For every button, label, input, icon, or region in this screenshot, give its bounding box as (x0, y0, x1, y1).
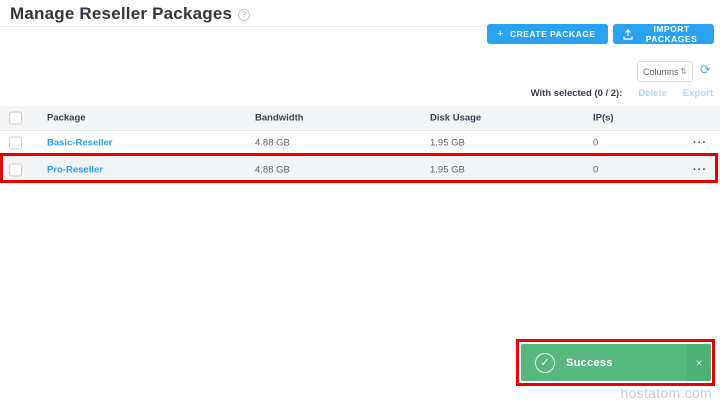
upload-icon (623, 29, 633, 40)
create-package-label: CREATE PACKAGE (510, 29, 596, 39)
manage-reseller-packages-page: Manage Reseller Packages ? + CREATE PACK… (0, 0, 720, 404)
package-link[interactable]: Pro-Reseller (47, 164, 103, 175)
with-selected-label: With selected (0 / 2): (531, 88, 623, 99)
create-package-button[interactable]: + CREATE PACKAGE (487, 24, 608, 44)
disk-usage-value: 1.95 GB (430, 138, 465, 149)
page-title-text: Manage Reseller Packages (10, 4, 232, 24)
columns-dropdown[interactable]: Columns ⇅ (637, 61, 693, 82)
column-header-ips[interactable]: IP(s) (593, 113, 614, 124)
ips-value: 0 (593, 138, 598, 149)
column-header-bandwidth[interactable]: Bandwidth (255, 113, 304, 124)
import-packages-button[interactable]: IMPORT PACKAGES (613, 24, 714, 44)
columns-dropdown-label: Columns (643, 67, 679, 77)
ips-value: 0 (593, 164, 598, 175)
help-icon[interactable]: ? (238, 9, 250, 21)
table-row-basic-reseller: Basic-Reseller 4.88 GB 1.95 GB 0 ··· (0, 131, 720, 156)
column-header-package[interactable]: Package (47, 113, 86, 124)
ellipsis-menu-icon[interactable]: ··· (693, 137, 707, 149)
toast-close-icon[interactable]: × (687, 344, 711, 381)
toast-message: Success (566, 357, 613, 369)
ellipsis-menu-icon[interactable]: ··· (693, 164, 707, 176)
page-title: Manage Reseller Packages ? (10, 4, 250, 24)
import-packages-label: IMPORT PACKAGES (639, 24, 704, 44)
delete-button[interactable]: Delete (638, 88, 667, 99)
export-button[interactable]: Export (683, 88, 713, 99)
row-checkbox[interactable] (9, 137, 22, 150)
column-header-disk-usage[interactable]: Disk Usage (430, 113, 481, 124)
watermark-text: hostatom.com (620, 385, 712, 401)
row-checkbox[interactable] (9, 163, 22, 176)
check-circle-icon: ✓ (535, 353, 555, 373)
disk-usage-value: 1.95 GB (430, 164, 465, 175)
plus-icon: + (497, 29, 504, 40)
table-row-pro-reseller: Pro-Reseller 4.88 GB 1.95 GB 0 ··· (0, 156, 720, 184)
table-header-row: Package Bandwidth Disk Usage IP(s) (0, 106, 720, 131)
refresh-icon[interactable]: ⟳ (700, 63, 711, 76)
packages-table: Package Bandwidth Disk Usage IP(s) Basic… (0, 106, 720, 184)
with-selected-bar: With selected (0 / 2): Delete Export (531, 88, 713, 99)
chevron-updown-icon: ⇅ (680, 67, 687, 76)
select-all-checkbox[interactable] (9, 112, 22, 125)
bandwidth-value: 4.88 GB (255, 164, 290, 175)
bandwidth-value: 4.88 GB (255, 138, 290, 149)
success-toast: ✓ Success × (521, 344, 711, 381)
header-divider (0, 26, 720, 27)
package-link[interactable]: Basic-Reseller (47, 138, 112, 149)
